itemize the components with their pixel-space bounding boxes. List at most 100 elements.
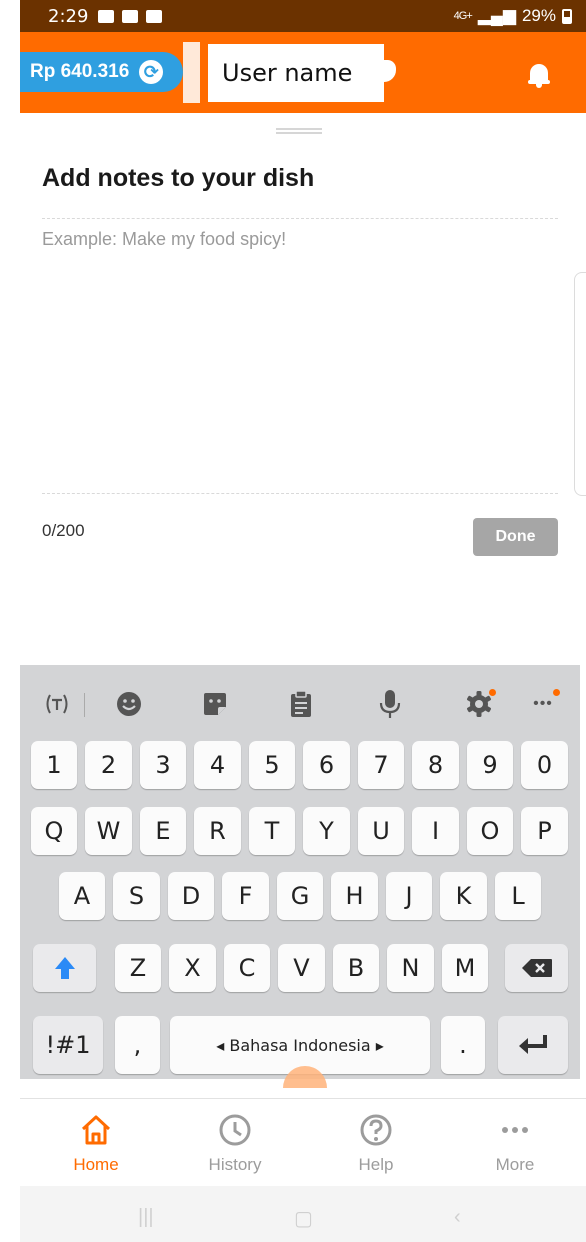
done-button[interactable]: Done <box>473 518 558 556</box>
backspace-key[interactable] <box>505 944 568 992</box>
key[interactable]: W <box>85 807 132 855</box>
status-notification-icons <box>98 9 163 23</box>
battery-percent: 29% <box>521 6 556 25</box>
status-bar: 2:29 4G+ ▂▄▆ 29% <box>20 0 586 32</box>
sticker-icon[interactable] <box>200 689 230 719</box>
clock-icon <box>219 1114 251 1146</box>
key[interactable]: V <box>278 944 325 992</box>
key[interactable]: B <box>333 944 379 992</box>
emoji-icon[interactable] <box>114 689 144 719</box>
key[interactable]: M <box>442 944 488 992</box>
note-input[interactable] <box>42 219 558 493</box>
bottom-nav: Home History Help More <box>20 1098 586 1186</box>
settings-icon[interactable] <box>463 689 496 719</box>
toolbar-divider <box>84 693 85 717</box>
key[interactable]: R <box>194 807 241 855</box>
key[interactable]: O <box>467 807 513 855</box>
nav-more[interactable]: More <box>460 1113 570 1175</box>
settings-badge <box>489 689 496 696</box>
bell-icon[interactable] <box>528 62 550 88</box>
balance-pill[interactable]: Rp 640.316 ⟳ <box>20 52 183 92</box>
key[interactable]: X <box>169 944 216 992</box>
key[interactable]: U <box>358 807 404 855</box>
recent-apps-icon[interactable]: ||| <box>138 1206 154 1229</box>
nav-history[interactable]: History <box>180 1113 290 1175</box>
home-button-icon[interactable]: ▢ <box>294 1206 313 1231</box>
key[interactable]: 4 <box>194 741 241 789</box>
key[interactable]: N <box>387 944 434 992</box>
shift-arrow-icon <box>54 957 75 979</box>
key[interactable]: A <box>59 872 105 920</box>
symbols-key[interactable]: !#1 <box>33 1016 103 1074</box>
note-area <box>42 218 558 494</box>
help-icon <box>360 1114 392 1146</box>
status-time: 2:29 <box>48 5 89 27</box>
microphone-icon[interactable] <box>375 689 405 719</box>
network-type: 4G+ <box>453 10 473 22</box>
key[interactable]: J <box>386 872 432 920</box>
key[interactable]: G <box>277 872 323 920</box>
key[interactable]: F <box>222 872 269 920</box>
nav-history-label: History <box>208 1155 262 1174</box>
char-counter: 0/200 <box>42 521 85 540</box>
more-dots-icon <box>502 1127 528 1133</box>
keyboard-toolbar: ••• <box>20 665 580 741</box>
video-icon <box>122 9 139 23</box>
key[interactable]: Z <box>115 944 161 992</box>
enter-key[interactable] <box>498 1016 568 1074</box>
signal-icon: ▂▄▆ <box>477 6 516 25</box>
side-panel-edge <box>574 272 586 496</box>
backspace-icon <box>521 959 552 977</box>
balance-amount: Rp 640.316 <box>30 61 130 82</box>
key[interactable]: P <box>521 807 568 855</box>
username-label: User name <box>208 44 384 102</box>
key[interactable]: 5 <box>249 741 295 789</box>
key[interactable]: H <box>331 872 378 920</box>
comma-key[interactable]: , <box>115 1016 160 1074</box>
key[interactable]: I <box>412 807 459 855</box>
key[interactable]: 9 <box>467 741 513 789</box>
key[interactable]: 7 <box>358 741 404 789</box>
nav-home-label: Home <box>73 1155 119 1174</box>
keyboard: ••• 1 2 3 4 5 6 7 8 9 0 Q W E R T Y U I … <box>20 665 580 1079</box>
system-nav-bar: ||| ▢ ‹ <box>20 1186 586 1242</box>
more-badge <box>553 689 560 696</box>
key[interactable]: 0 <box>521 741 568 789</box>
more-icon[interactable]: ••• <box>528 689 560 719</box>
key[interactable]: 1 <box>31 741 77 789</box>
key[interactable]: T <box>249 807 295 855</box>
nav-home[interactable]: Home <box>41 1113 151 1175</box>
key[interactable]: Y <box>303 807 350 855</box>
period-key[interactable]: . <box>441 1016 485 1074</box>
clipboard-icon[interactable] <box>286 689 316 719</box>
home-icon <box>81 1115 111 1145</box>
shift-key[interactable] <box>33 944 96 992</box>
key[interactable]: 3 <box>140 741 186 789</box>
heart-icon[interactable] <box>384 60 396 82</box>
key[interactable]: C <box>224 944 270 992</box>
key[interactable]: K <box>440 872 487 920</box>
nav-help[interactable]: Help <box>321 1113 431 1175</box>
back-icon[interactable]: ‹ <box>454 1206 461 1229</box>
app-header: Rp 640.316 ⟳ User name <box>20 32 586 113</box>
key[interactable]: Q <box>31 807 77 855</box>
nav-more-label: More <box>495 1155 535 1174</box>
header-divider <box>183 42 200 103</box>
sheet-title: Add notes to your dish <box>42 164 315 192</box>
key[interactable]: D <box>168 872 214 920</box>
refresh-icon[interactable]: ⟳ <box>139 60 164 84</box>
key[interactable]: 6 <box>303 741 350 789</box>
sheet-drag-handle[interactable] <box>276 128 322 134</box>
key[interactable]: S <box>113 872 160 920</box>
key[interactable]: 8 <box>412 741 459 789</box>
space-key[interactable]: ◂ Bahasa Indonesia ▸ <box>170 1016 430 1074</box>
text-style-icon[interactable] <box>40 689 74 719</box>
enter-icon <box>519 1035 547 1054</box>
key[interactable]: L <box>495 872 541 920</box>
message-icon <box>146 9 163 23</box>
key[interactable]: E <box>140 807 186 855</box>
battery-icon <box>562 8 572 24</box>
key[interactable]: 2 <box>85 741 132 789</box>
gallery-icon <box>98 9 115 23</box>
status-right: 4G+ ▂▄▆ 29% <box>454 6 572 26</box>
